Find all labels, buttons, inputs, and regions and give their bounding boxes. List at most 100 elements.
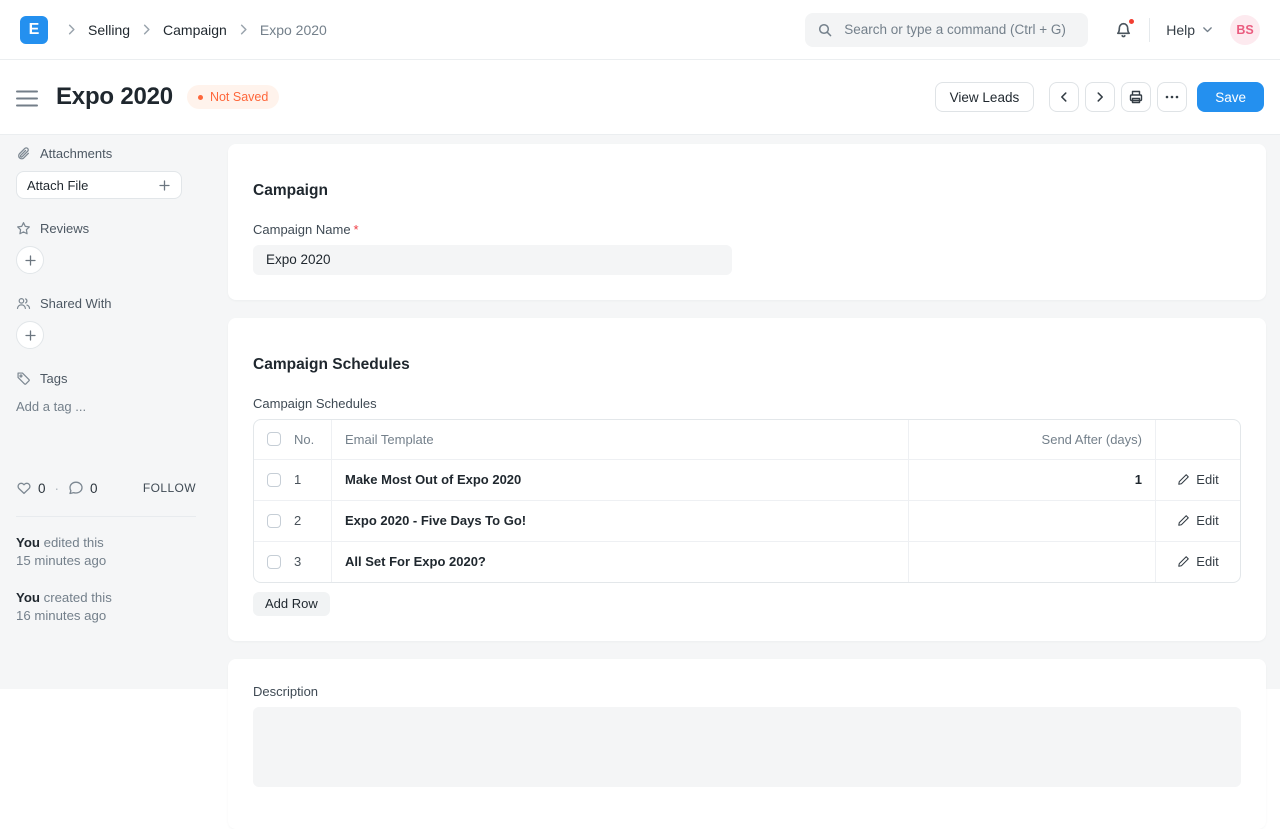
no-header: No. — [294, 432, 314, 447]
attach-file-button[interactable]: Attach File — [16, 171, 182, 199]
attach-file-label: Attach File — [27, 178, 88, 193]
breadcrumb-current: Expo 2020 — [260, 22, 327, 38]
table-row: 2 Expo 2020 - Five Days To Go! Edit — [254, 500, 1240, 541]
activity-entry: You edited this 15 minutes ago — [16, 534, 196, 571]
shared-with-label: Shared With — [40, 296, 112, 311]
comment-icon[interactable] — [68, 480, 84, 496]
campaign-section: Campaign Campaign Name* — [228, 144, 1266, 300]
email-template-cell[interactable]: Expo 2020 - Five Days To Go! — [332, 501, 909, 541]
menu-ellipsis-button[interactable] — [1157, 82, 1187, 112]
help-menu[interactable]: Help — [1166, 22, 1214, 38]
row-checkbox[interactable] — [267, 514, 281, 528]
paperclip-icon — [16, 146, 31, 161]
next-record-button[interactable] — [1085, 82, 1115, 112]
avatar[interactable]: BS — [1230, 15, 1260, 45]
table-row: 1 Make Most Out of Expo 2020 1 Edit — [254, 459, 1240, 500]
edit-row-button[interactable]: Edit — [1156, 460, 1240, 500]
search-input[interactable] — [842, 21, 1076, 38]
view-leads-button[interactable]: View Leads — [935, 82, 1035, 112]
likes-count: 0 — [38, 481, 46, 496]
row-checkbox[interactable] — [267, 555, 281, 569]
pencil-icon — [1177, 514, 1190, 527]
select-all-checkbox[interactable] — [267, 432, 281, 446]
navbar-right: Help BS — [805, 13, 1260, 47]
description-section: Description — [228, 659, 1266, 829]
row-no-cell: 1 — [254, 460, 332, 500]
row-number: 3 — [294, 554, 301, 569]
help-label: Help — [1166, 22, 1195, 38]
chevron-right-icon — [64, 22, 79, 37]
chevron-down-icon — [1201, 23, 1214, 36]
campaign-name-label: Campaign Name* — [253, 222, 1241, 237]
required-marker: * — [354, 222, 359, 237]
status-badge: Not Saved — [187, 85, 279, 109]
sidebar-toggle-icon[interactable] — [16, 90, 38, 107]
email-template-cell[interactable]: Make Most Out of Expo 2020 — [332, 460, 909, 500]
attachments-section-label: Attachments — [16, 146, 196, 161]
add-tag-input[interactable]: Add a tag ... — [16, 399, 196, 414]
pencil-icon — [1177, 555, 1190, 568]
send-after-cell[interactable] — [909, 501, 1156, 541]
description-input[interactable] — [253, 707, 1241, 787]
table-header-row: No. Email Template Send After (days) — [254, 420, 1240, 459]
activity-timestamp: 15 minutes ago — [16, 552, 196, 570]
breadcrumb-selling[interactable]: Selling — [88, 22, 130, 38]
reviews-label: Reviews — [40, 221, 89, 236]
tags-section-label: Tags — [16, 371, 196, 386]
app-logo[interactable]: E — [20, 16, 48, 44]
page-actions: View Leads Save — [935, 82, 1264, 112]
campaign-name-input[interactable] — [253, 245, 732, 275]
notifications-bell[interactable] — [1114, 20, 1133, 39]
attachments-label: Attachments — [40, 146, 112, 161]
activity-log: You edited this 15 minutes ago You creat… — [16, 534, 196, 626]
navbar-divider — [1149, 18, 1150, 42]
edit-row-button[interactable]: Edit — [1156, 542, 1240, 582]
header-edit-cell — [1156, 420, 1240, 459]
row-number: 2 — [294, 513, 301, 528]
edit-row-button[interactable]: Edit — [1156, 501, 1240, 541]
tag-icon — [16, 371, 31, 386]
shared-with-section-label: Shared With — [16, 296, 196, 311]
row-no-cell: 3 — [254, 542, 332, 582]
activity-user: You — [16, 535, 40, 550]
row-checkbox[interactable] — [267, 473, 281, 487]
activity-entry: You created this 16 minutes ago — [16, 589, 196, 626]
comments-count: 0 — [90, 481, 98, 496]
add-row-button[interactable]: Add Row — [253, 592, 330, 616]
schedules-table: No. Email Template Send After (days) 1 M… — [253, 419, 1241, 583]
app-logo-letter: E — [29, 21, 40, 39]
breadcrumb-campaign[interactable]: Campaign — [163, 22, 227, 38]
prev-record-button[interactable] — [1049, 82, 1079, 112]
send-after-cell[interactable] — [909, 542, 1156, 582]
sidebar-divider — [16, 516, 196, 517]
plus-icon — [158, 179, 171, 192]
status-dot-icon — [198, 95, 203, 100]
users-icon — [16, 296, 31, 311]
pencil-icon — [1177, 473, 1190, 486]
activity-timestamp: 16 minutes ago — [16, 607, 196, 625]
navbar: E Selling Campaign Expo 2020 — [0, 0, 1280, 60]
follow-button[interactable]: FOLLOW — [143, 481, 196, 495]
save-button[interactable]: Save — [1197, 82, 1264, 112]
print-button[interactable] — [1121, 82, 1151, 112]
tags-label: Tags — [40, 371, 67, 386]
global-search[interactable] — [805, 13, 1088, 47]
add-review-button[interactable] — [16, 246, 44, 274]
heart-icon[interactable] — [16, 480, 32, 496]
chevron-right-icon — [236, 22, 251, 37]
page-title: Expo 2020 — [56, 83, 173, 111]
email-template-cell[interactable]: All Set For Expo 2020? — [332, 542, 909, 582]
activity-action: created this — [44, 590, 112, 605]
description-label: Description — [253, 684, 1241, 699]
row-no-cell: 2 — [254, 501, 332, 541]
chevron-right-icon — [139, 22, 154, 37]
campaign-schedules-section: Campaign Schedules Campaign Schedules No… — [228, 318, 1266, 641]
form-body: Campaign Campaign Name* Campaign Schedul… — [212, 135, 1280, 689]
section-title: Campaign Schedules — [253, 356, 1241, 374]
form-sidebar: Attachments Attach File Reviews Shared W… — [0, 135, 212, 689]
send-after-cell[interactable]: 1 — [909, 460, 1156, 500]
search-icon — [817, 22, 833, 38]
activity-action: edited this — [44, 535, 104, 550]
avatar-initials: BS — [1236, 23, 1253, 37]
share-button[interactable] — [16, 321, 44, 349]
